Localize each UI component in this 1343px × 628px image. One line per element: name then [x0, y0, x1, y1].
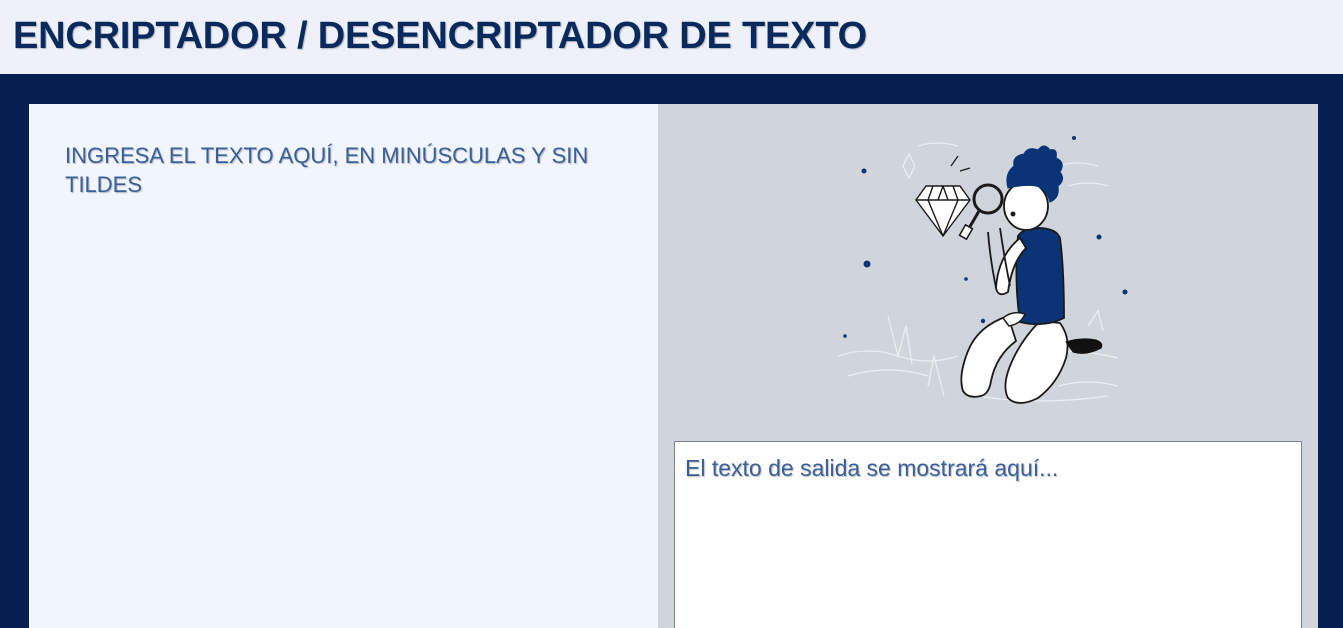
person-with-magnifier-illustration [837, 136, 1128, 404]
output-placeholder: El texto de salida se mostrará aquí... [685, 455, 1059, 481]
app-header: ENCRIPTADOR / DESENCRIPTADOR DE TEXTO [0, 0, 1343, 74]
output-box[interactable]: El texto de salida se mostrará aquí... [674, 441, 1302, 628]
input-panel: INGRESA EL TEXTO AQUÍ, EN MINÚSCULAS Y S… [29, 104, 658, 628]
page-title: ENCRIPTADOR / DESENCRIPTADOR DE TEXTO [13, 15, 868, 57]
text-input[interactable] [65, 140, 625, 600]
output-panel: El texto de salida se mostrará aquí... [658, 104, 1318, 628]
